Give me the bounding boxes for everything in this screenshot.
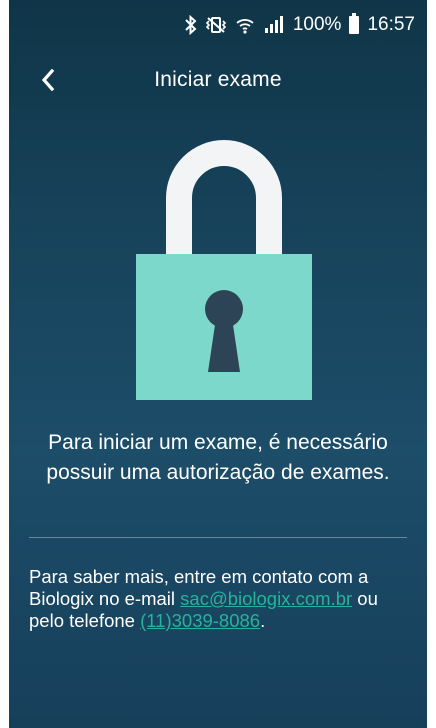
app-bar: Iniciar exame <box>9 56 427 104</box>
phone-link[interactable]: (11)3039-8086 <box>140 610 260 631</box>
vibrate-icon <box>205 15 227 35</box>
authorization-message: Para iniciar um exame, é necessário poss… <box>46 431 390 484</box>
signal-icon <box>263 15 285 35</box>
status-bar: 100% 16:57 <box>9 0 427 50</box>
info-suffix: . <box>260 610 266 631</box>
wifi-icon <box>235 15 255 35</box>
padlock-icon <box>136 140 312 400</box>
clock: 16:57 <box>367 14 415 35</box>
divider <box>29 537 407 538</box>
back-button[interactable] <box>33 62 63 98</box>
contact-info: Para saber mais, entre em contato com a … <box>29 566 409 632</box>
chevron-left-icon <box>41 68 55 92</box>
screen: 100% 16:57 Iniciar exame Para iniciar um… <box>9 0 427 728</box>
page-title: Iniciar exame <box>154 68 282 91</box>
padlock-illustration <box>136 128 312 400</box>
bluetooth-icon <box>185 15 197 35</box>
battery-icon <box>349 13 360 34</box>
battery-percent: 100% <box>292 14 342 35</box>
email-link[interactable]: sac@biologix.com.br <box>180 588 352 609</box>
